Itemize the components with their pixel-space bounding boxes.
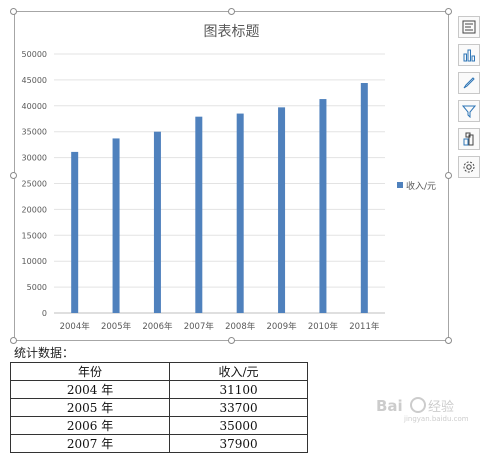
x-tick-label: 2009年 xyxy=(266,321,297,332)
table-cell: 2006 年 xyxy=(9,416,171,435)
data-table: 年份 收入/元 2004 年 31100 2005 年 33700 2006 年… xyxy=(9,362,308,453)
chart-elements-icon xyxy=(462,20,476,34)
table-row: 2006 年 35000 xyxy=(9,416,308,435)
x-tick-label: 2007年 xyxy=(184,321,215,332)
bar[interactable] xyxy=(195,116,203,313)
bar[interactable] xyxy=(360,83,368,314)
filter-icon xyxy=(462,105,476,118)
x-tick-label: 2011年 xyxy=(349,321,380,332)
bars[interactable] xyxy=(71,83,368,314)
y-tick-label: 10000 xyxy=(22,257,47,266)
svg-text:Bai: Bai xyxy=(376,397,403,415)
table-cell: 35000 xyxy=(169,416,308,435)
chart-settings-button[interactable] xyxy=(458,156,480,178)
x-tick-label: 2005年 xyxy=(101,321,132,332)
y-axis-ticks: 0 5000 10000 15000 20000 25000 30000 35000 40000… xyxy=(22,50,47,318)
chart-elements-button[interactable] xyxy=(458,16,480,38)
bar[interactable] xyxy=(236,113,244,313)
y-tick-label: 25000 xyxy=(22,180,47,189)
settings-icon xyxy=(463,161,475,173)
baidu-jingyan-watermark: Bai 经验 jingyan.baidu.com xyxy=(374,393,492,423)
legend-swatch xyxy=(397,182,403,188)
x-tick-label: 2004年 xyxy=(60,321,91,332)
y-tick-label: 0 xyxy=(42,309,47,318)
chart-filter-button[interactable] xyxy=(458,100,480,122)
column-header-year: 年份 xyxy=(9,362,171,381)
bar[interactable] xyxy=(319,99,327,313)
column-header-income: 收入/元 xyxy=(169,362,308,381)
chart-layout-icon xyxy=(463,132,474,146)
svg-text:jingyan.baidu.com: jingyan.baidu.com xyxy=(403,415,469,423)
chart-type-button[interactable] xyxy=(458,44,480,66)
table-row: 2005 年 33700 xyxy=(9,398,308,417)
svg-text:经验: 经验 xyxy=(428,399,454,415)
chart-type-icon xyxy=(463,49,475,62)
table-row: 2007 年 37900 xyxy=(9,434,308,453)
bar[interactable] xyxy=(153,131,161,313)
table-cell: 33700 xyxy=(169,398,308,417)
y-tick-label: 50000 xyxy=(22,50,47,59)
table-cell: 2004 年 xyxy=(9,380,171,399)
table-cell: 37900 xyxy=(169,434,308,453)
x-tick-label: 2010年 xyxy=(308,321,339,332)
data-caption: 统计数据： xyxy=(14,346,75,360)
bar[interactable] xyxy=(71,151,79,313)
y-tick-label: 5000 xyxy=(27,283,47,292)
y-tick-label: 45000 xyxy=(22,76,47,85)
y-tick-label: 30000 xyxy=(22,154,47,163)
watermark-logo: Bai 经验 jingyan.baidu.com xyxy=(376,397,469,423)
y-tick-label: 15000 xyxy=(22,231,47,240)
y-tick-label: 20000 xyxy=(22,205,47,214)
chart-layout-button[interactable] xyxy=(458,128,480,150)
table-row: 2004 年 31100 xyxy=(9,380,308,399)
bar[interactable] xyxy=(278,107,286,313)
bar[interactable] xyxy=(112,138,120,313)
legend-label: 收入/元 xyxy=(406,180,436,192)
y-tick-label: 35000 xyxy=(22,128,47,137)
table-cell: 2007 年 xyxy=(9,434,171,453)
y-tick-label: 40000 xyxy=(22,102,47,111)
chart-plot: 0 5000 10000 15000 20000 25000 30000 35000 40000… xyxy=(22,50,437,332)
chart-style-button[interactable] xyxy=(458,72,480,94)
x-tick-label: 2006年 xyxy=(142,321,173,332)
table-header-row: 年份 收入/元 xyxy=(9,362,308,381)
chart-style-icon xyxy=(463,77,475,89)
x-axis-ticks: 2004年 2005年 2006年 2007年 2008年 2009年 2010年 2011年 xyxy=(60,321,380,332)
legend[interactable]: 收入/元 xyxy=(397,180,436,192)
x-tick-label: 2008年 xyxy=(225,321,256,332)
gridlines xyxy=(54,53,385,314)
table-cell: 31100 xyxy=(169,380,308,399)
table-cell: 2005 年 xyxy=(9,398,171,417)
